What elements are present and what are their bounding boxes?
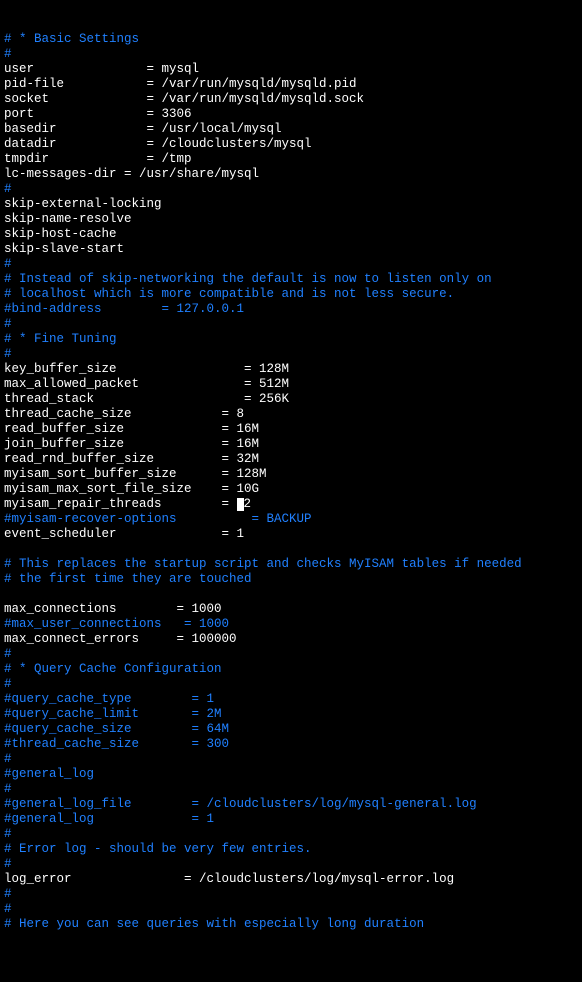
config-line: skip-name-resolve [4,212,132,226]
config-line: read_rnd_buffer_size = 32M [4,452,259,466]
config-line: max_connect_errors = 100000 [4,632,237,646]
config-line: #general_log [4,767,94,781]
config-line: #query_cache_limit = 2M [4,707,222,721]
config-line: # Error log - should be very few entries… [4,842,312,856]
config-line: # * Fine Tuning [4,332,117,346]
terminal-editor[interactable]: # * Basic Settings # user = mysql pid-fi… [4,32,582,932]
config-line: # [4,902,12,916]
config-line: # [4,347,12,361]
config-line: max_allowed_packet = 512M [4,377,289,391]
config-line: # [4,887,12,901]
config-line: # [4,752,12,766]
config-line: skip-host-cache [4,227,117,241]
config-line: log_error = /cloudclusters/log/mysql-err… [4,872,454,886]
config-line: # [4,647,12,661]
config-line: #thread_cache_size = 300 [4,737,229,751]
config-line: lc-messages-dir = /usr/share/mysql [4,167,259,181]
config-line: # This replaces the startup script and c… [4,557,522,571]
config-line: #query_cache_type = 1 [4,692,214,706]
config-line: # * Basic Settings [4,32,139,46]
config-line: read_buffer_size = 16M [4,422,259,436]
config-line: #bind-address = 127.0.0.1 [4,302,244,316]
config-line: datadir = /cloudclusters/mysql [4,137,312,151]
config-line: # [4,182,12,196]
config-line: #myisam-recover-options = BACKUP [4,512,312,526]
config-line: myisam_sort_buffer_size = 128M [4,467,267,481]
config-line: join_buffer_size = 16M [4,437,259,451]
config-line: # [4,782,12,796]
config-line: skip-slave-start [4,242,124,256]
config-line: # [4,47,12,61]
config-line: user = mysql [4,62,199,76]
config-line: #max_user_connections = 1000 [4,617,229,631]
config-line: # localhost which is more compatible and… [4,287,454,301]
config-line: event_scheduler = 1 [4,527,244,541]
config-line: skip-external-locking [4,197,162,211]
config-line: # the first time they are touched [4,572,252,586]
config-line: # Here you can see queries with especial… [4,917,424,931]
cursor [237,498,244,511]
config-line: #query_cache_size = 64M [4,722,229,736]
config-line: max_connections = 1000 [4,602,222,616]
config-line: # Instead of skip-networking the default… [4,272,492,286]
config-line: key_buffer_size = 128M [4,362,289,376]
config-line: tmpdir = /tmp [4,152,192,166]
config-line: # [4,257,12,271]
config-line: port = 3306 [4,107,192,121]
config-line: # * Query Cache Configuration [4,662,222,676]
config-line: myisam_repair_threads = [4,497,237,511]
config-line: #general_log = 1 [4,812,214,826]
config-line: # [4,857,12,871]
config-line: myisam_max_sort_file_size = 10G [4,482,259,496]
config-line: pid-file = /var/run/mysqld/mysqld.pid [4,77,357,91]
config-line: # [4,677,12,691]
config-line: # [4,827,12,841]
config-line: # [4,317,12,331]
config-line: basedir = /usr/local/mysql [4,122,282,136]
config-line: socket = /var/run/mysqld/mysqld.sock [4,92,364,106]
config-line: thread_stack = 256K [4,392,289,406]
config-line: #general_log_file = /cloudclusters/log/m… [4,797,477,811]
config-line: thread_cache_size = 8 [4,407,244,421]
